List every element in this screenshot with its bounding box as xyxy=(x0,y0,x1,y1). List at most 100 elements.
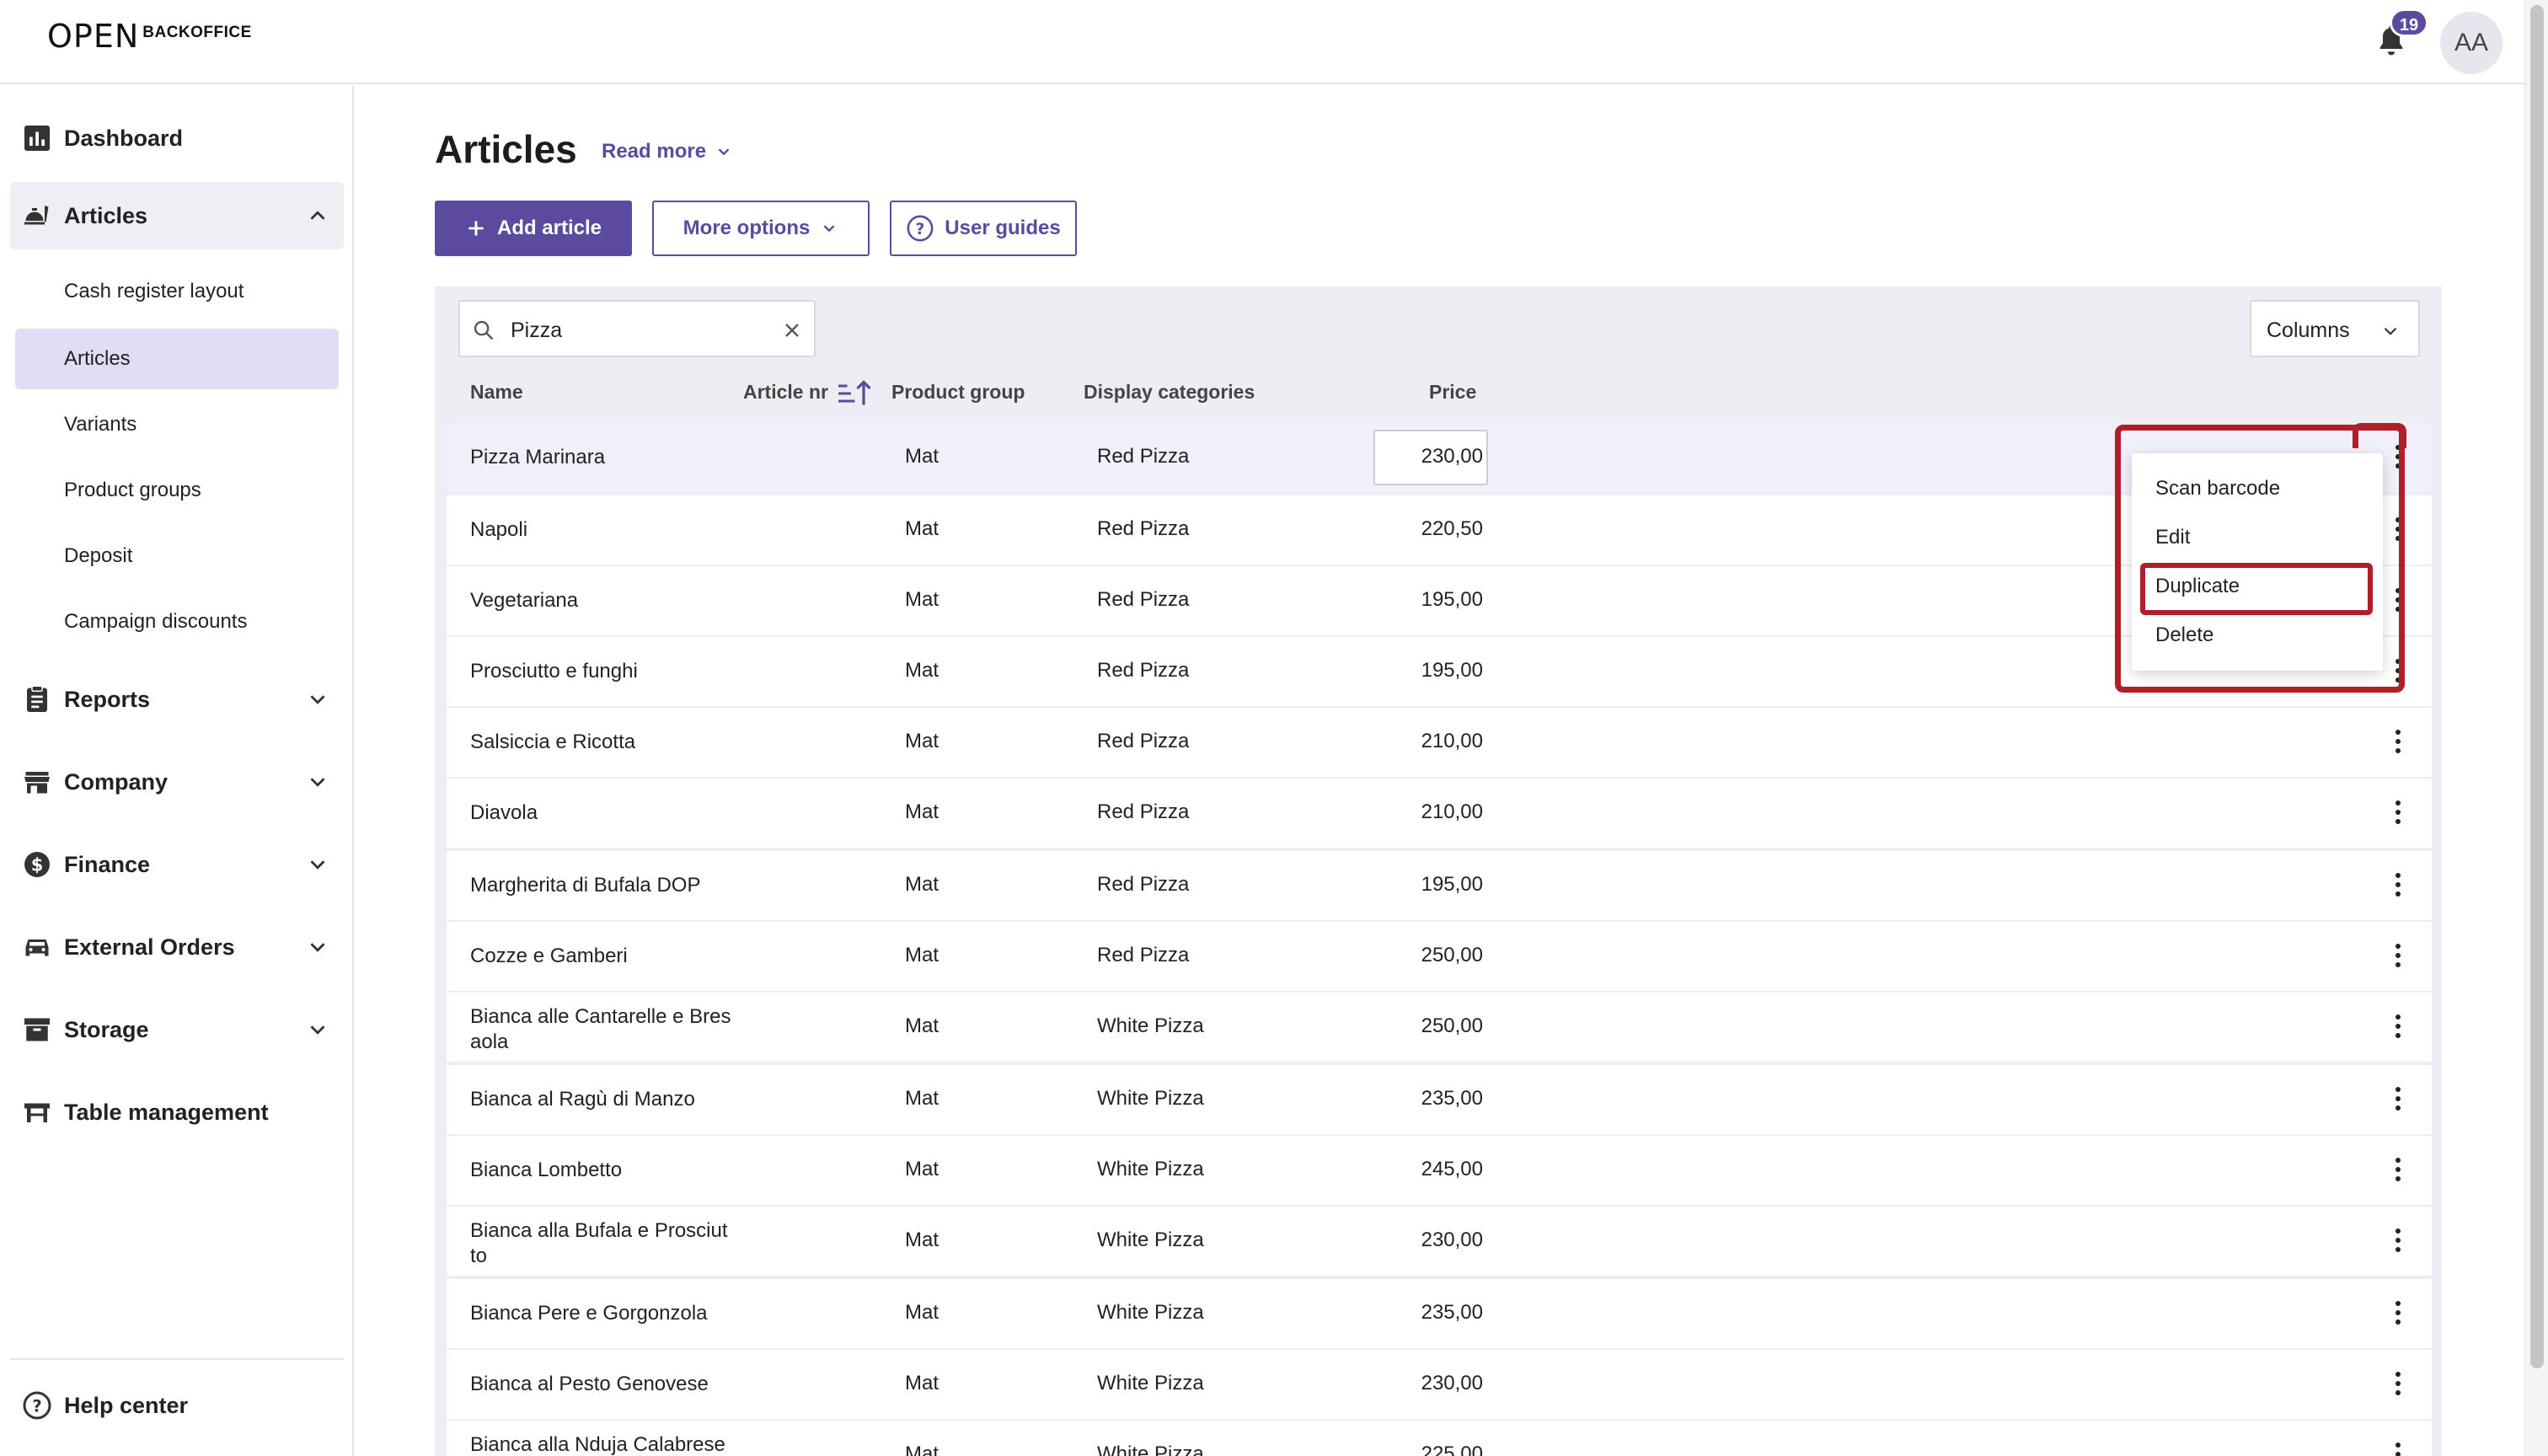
table-row[interactable]: Margherita di Bufala DOP Mat Red Pizza 195,… xyxy=(447,851,2432,922)
table-row[interactable]: Bianca alla Nduja Calabrese Mat White Pizz… xyxy=(447,1421,2432,1456)
more-actions-icon[interactable] xyxy=(2388,1443,2408,1456)
more-actions-icon[interactable] xyxy=(2388,1372,2408,1400)
sidebar-subitem-product-groups[interactable]: Product groups xyxy=(15,460,339,521)
chevron-down-icon xyxy=(2384,327,2397,335)
more-actions-icon[interactable] xyxy=(2388,873,2408,902)
more-actions-icon[interactable] xyxy=(2388,730,2408,758)
avatar[interactable]: AA xyxy=(2440,12,2502,74)
sidebar-subitem-articles[interactable]: Articles xyxy=(15,329,339,389)
cell-price: 235,00 xyxy=(1421,1301,1483,1324)
cell-price: 225,00 xyxy=(1421,1443,1483,1456)
sidebar-item-articles[interactable]: Articles xyxy=(10,182,344,249)
sidebar-item-dashboard[interactable]: Dashboard xyxy=(0,104,354,172)
sidebar-subitem-deposit[interactable]: Deposit xyxy=(15,526,339,586)
page-scrollbar[interactable] xyxy=(2524,0,2548,1456)
more-actions-icon[interactable] xyxy=(2388,1087,2408,1116)
user-guides-button[interactable]: ? User guides xyxy=(890,201,1077,256)
chevron-down-icon[interactable] xyxy=(305,852,330,877)
cell-product-group: Mat xyxy=(905,944,939,966)
table-row[interactable]: Bianca alla Bufala e Prosciut to Mat White… xyxy=(447,1207,2432,1277)
cell-price: 195,00 xyxy=(1421,588,1483,611)
sidebar-item-label: Reports xyxy=(64,686,151,712)
column-header-display-categories[interactable]: Display categories xyxy=(1084,381,1255,404)
column-header-product-group[interactable]: Product group xyxy=(891,381,1025,404)
logo[interactable]: OPEN BACKOFFICE xyxy=(47,20,252,52)
cell-name: Bianca Lombetto xyxy=(470,1159,623,1181)
sidebar-subitem-cash-register-layout[interactable]: Cash register layout xyxy=(15,261,339,322)
sidebar-subitem-variants[interactable]: Variants xyxy=(15,394,339,455)
sidebar-item-external-orders[interactable]: External Orders xyxy=(0,913,354,981)
sidebar-item-label: Articles xyxy=(64,202,148,228)
add-article-button[interactable]: Add article xyxy=(435,201,632,256)
svg-text:?: ? xyxy=(32,1397,41,1416)
cell-price: 210,00 xyxy=(1421,730,1483,752)
chevron-down-icon[interactable] xyxy=(305,934,330,960)
cell-name: Salsiccia e Ricotta xyxy=(470,731,636,753)
search-value: Pizza xyxy=(511,318,563,342)
sidebar-item-storage[interactable]: Storage xyxy=(0,996,354,1063)
cell-name: Bianca alla Nduja Calabrese xyxy=(470,1433,725,1456)
cell-price: 250,00 xyxy=(1421,1014,1483,1037)
cell-price[interactable]: 230,00 xyxy=(1373,445,1483,468)
columns-dropdown[interactable]: Columns xyxy=(2250,300,2420,357)
dashboard-icon xyxy=(24,126,50,151)
more-actions-icon[interactable] xyxy=(2388,800,2408,829)
cell-name: Bianca al Pesto Genovese xyxy=(470,1373,709,1395)
more-actions-icon[interactable] xyxy=(2388,1158,2408,1186)
chevron-down-icon[interactable] xyxy=(305,769,330,795)
cell-product-group: Mat xyxy=(905,659,939,682)
sidebar-item-table-management[interactable]: Table management xyxy=(0,1079,354,1146)
cell-product-group: Mat xyxy=(905,1228,939,1251)
scrollbar-thumb[interactable] xyxy=(2530,5,2544,1368)
more-actions-icon[interactable] xyxy=(2388,1228,2408,1257)
sidebar-item-company[interactable]: Company xyxy=(0,748,354,816)
chevron-up-icon[interactable] xyxy=(305,203,330,228)
cell-name: Diavola xyxy=(470,801,538,824)
cell-product-group: Mat xyxy=(905,588,939,611)
cell-name: Prosciutto e funghi xyxy=(470,660,638,682)
cell-price: 230,00 xyxy=(1421,1372,1483,1394)
read-more-link[interactable]: Read more xyxy=(602,140,733,163)
column-header-price[interactable]: Price xyxy=(1429,381,1476,404)
sidebar-item-finance[interactable]: $ Finance xyxy=(0,831,354,898)
menu-highlight-frame xyxy=(2115,425,2405,693)
cell-display-category: Red Pizza xyxy=(1097,730,1190,752)
cell-name: Napoli xyxy=(470,518,528,541)
table-row[interactable]: Diavola Mat Red Pizza 210,00 xyxy=(447,779,2432,849)
cell-name: Bianca Pere e Gorgonzola xyxy=(470,1302,708,1325)
column-header-name[interactable]: Name xyxy=(470,381,523,404)
cell-price: 230,00 xyxy=(1421,1228,1483,1251)
cell-name: Bianca alla Bufala e Prosciut to xyxy=(470,1219,728,1267)
more-options-button[interactable]: More options xyxy=(652,201,870,256)
more-actions-icon[interactable] xyxy=(2388,1301,2408,1330)
cell-product-group: Mat xyxy=(905,1158,939,1180)
table-row[interactable]: Bianca al Ragù di Manzo Mat White Pizza 235… xyxy=(447,1065,2432,1136)
table-row[interactable]: Bianca al Pesto Genovese Mat White Pizza 23… xyxy=(447,1350,2432,1421)
table-row[interactable]: Bianca alle Cantarelle e Bres aola Mat Whi… xyxy=(447,993,2432,1063)
cell-name: Vegetariana xyxy=(470,589,579,612)
chevron-down-icon[interactable] xyxy=(305,687,330,712)
column-header-article-nr[interactable]: Article nr xyxy=(743,381,828,404)
help-center-link[interactable]: ? Help center xyxy=(22,1390,188,1421)
cell-display-category: Red Pizza xyxy=(1097,944,1190,966)
table-row[interactable]: Cozze e Gamberi Mat Red Pizza 250,00 xyxy=(447,922,2432,993)
more-actions-icon[interactable] xyxy=(2388,944,2408,972)
notification-badge: 19 xyxy=(2390,8,2428,37)
close-icon[interactable] xyxy=(780,318,804,342)
sort-ascending-icon[interactable] xyxy=(836,377,871,410)
cell-name: Cozze e Gamberi xyxy=(470,945,628,967)
cell-price: 250,00 xyxy=(1421,944,1483,966)
table-row[interactable]: Bianca Lombetto Mat White Pizza 245,00 xyxy=(447,1136,2432,1207)
table-row[interactable]: Salsiccia e Ricotta Mat Red Pizza 210,00 xyxy=(447,708,2432,779)
table-row[interactable]: Bianca Pere e Gorgonzola Mat White Pizza 23… xyxy=(447,1279,2432,1350)
sidebar-item-reports[interactable]: Reports xyxy=(0,666,354,733)
kebab-highlight-tab xyxy=(2353,423,2406,448)
sidebar-subitem-label: Articles xyxy=(64,347,131,370)
search-input[interactable]: Pizza xyxy=(458,300,816,357)
sidebar-subitem-label: Variants xyxy=(64,413,137,436)
cell-name: Bianca al Ragù di Manzo xyxy=(470,1088,695,1111)
sidebar-subitem-campaign-discounts[interactable]: Campaign discounts xyxy=(15,592,339,652)
more-actions-icon[interactable] xyxy=(2388,1014,2408,1043)
chevron-down-icon[interactable] xyxy=(305,1017,330,1042)
cell-price: 245,00 xyxy=(1421,1158,1483,1180)
